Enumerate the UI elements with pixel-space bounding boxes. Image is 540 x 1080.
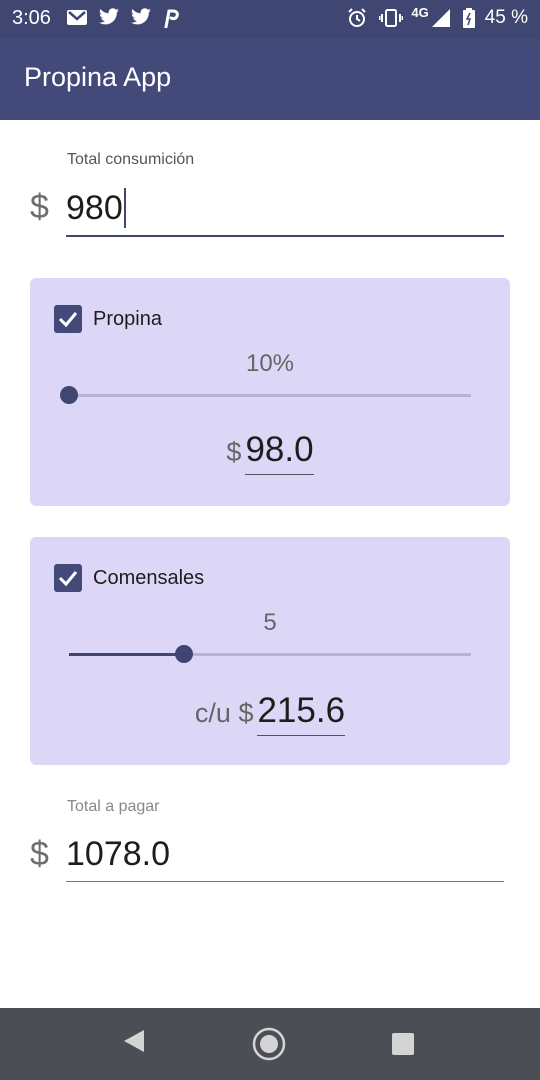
pinterest-icon: [162, 8, 184, 29]
consumption-value: 980: [66, 188, 123, 227]
recents-button[interactable]: [391, 1032, 415, 1061]
app-title: Propina App: [24, 62, 172, 92]
total-dollar-prefix: $: [30, 835, 49, 873]
back-icon: [124, 1030, 144, 1052]
diners-result: c/u $ 215.6: [30, 691, 510, 736]
recents-icon: [392, 1033, 414, 1055]
tip-slider[interactable]: [60, 386, 471, 404]
battery-icon: [462, 8, 475, 28]
signal-icon: [431, 8, 453, 28]
per-person-prefix: c/u $: [194, 698, 254, 728]
alarm-icon: [347, 8, 369, 28]
system-status-icons: 4G 45 %: [347, 4, 528, 29]
diners-slider-thumb[interactable]: [175, 645, 193, 663]
consumption-input[interactable]: 980: [66, 186, 126, 230]
diners-slider-fill: [69, 653, 184, 656]
home-button[interactable]: [252, 1027, 286, 1066]
text-cursor: [123, 188, 126, 228]
tip-result: $ 98.0: [30, 430, 510, 475]
tip-checkbox[interactable]: [54, 305, 82, 333]
consumption-label: Total consumición: [67, 151, 195, 168]
total-label: Total a pagar: [67, 798, 160, 815]
notification-icons: [66, 8, 184, 29]
vibrate-icon: [378, 8, 404, 28]
consumption-dollar-prefix: $: [30, 188, 49, 226]
diners-checkbox[interactable]: [54, 564, 82, 592]
navigation-bar: [0, 1008, 540, 1080]
tip-percent-value: 10%: [245, 350, 295, 377]
status-time: 3:06: [12, 7, 51, 29]
network-type: 4G: [411, 4, 429, 20]
diners-slider[interactable]: [69, 645, 471, 663]
twitter-icon: [98, 8, 120, 28]
diners-card: Comensales 5 c/u $ 215.6: [30, 537, 510, 765]
tip-result-prefix: $: [226, 437, 242, 467]
tip-amount[interactable]: 98.0: [245, 430, 314, 475]
gmail-icon: [66, 8, 88, 28]
tip-checkbox-label: Propina: [93, 308, 162, 330]
check-icon: [58, 312, 78, 328]
tip-slider-thumb[interactable]: [60, 386, 78, 404]
status-bar: 3:06 4G 45 %: [0, 0, 540, 38]
twitter-icon: [130, 8, 152, 28]
diners-checkbox-label: Comensales: [93, 567, 205, 589]
total-value[interactable]: 1078.0: [66, 835, 170, 874]
back-button[interactable]: [122, 1028, 146, 1059]
diners-count-value: 5: [263, 609, 277, 636]
tip-card: Propina 10% $ 98.0: [30, 278, 510, 506]
total-underline: [66, 881, 504, 882]
home-icon: [252, 1027, 286, 1061]
check-icon: [58, 571, 78, 587]
app-bar: Propina App: [0, 38, 540, 120]
consumption-underline: [66, 235, 504, 237]
per-person-amount[interactable]: 215.6: [257, 691, 346, 736]
battery-percent: 45 %: [484, 7, 528, 28]
